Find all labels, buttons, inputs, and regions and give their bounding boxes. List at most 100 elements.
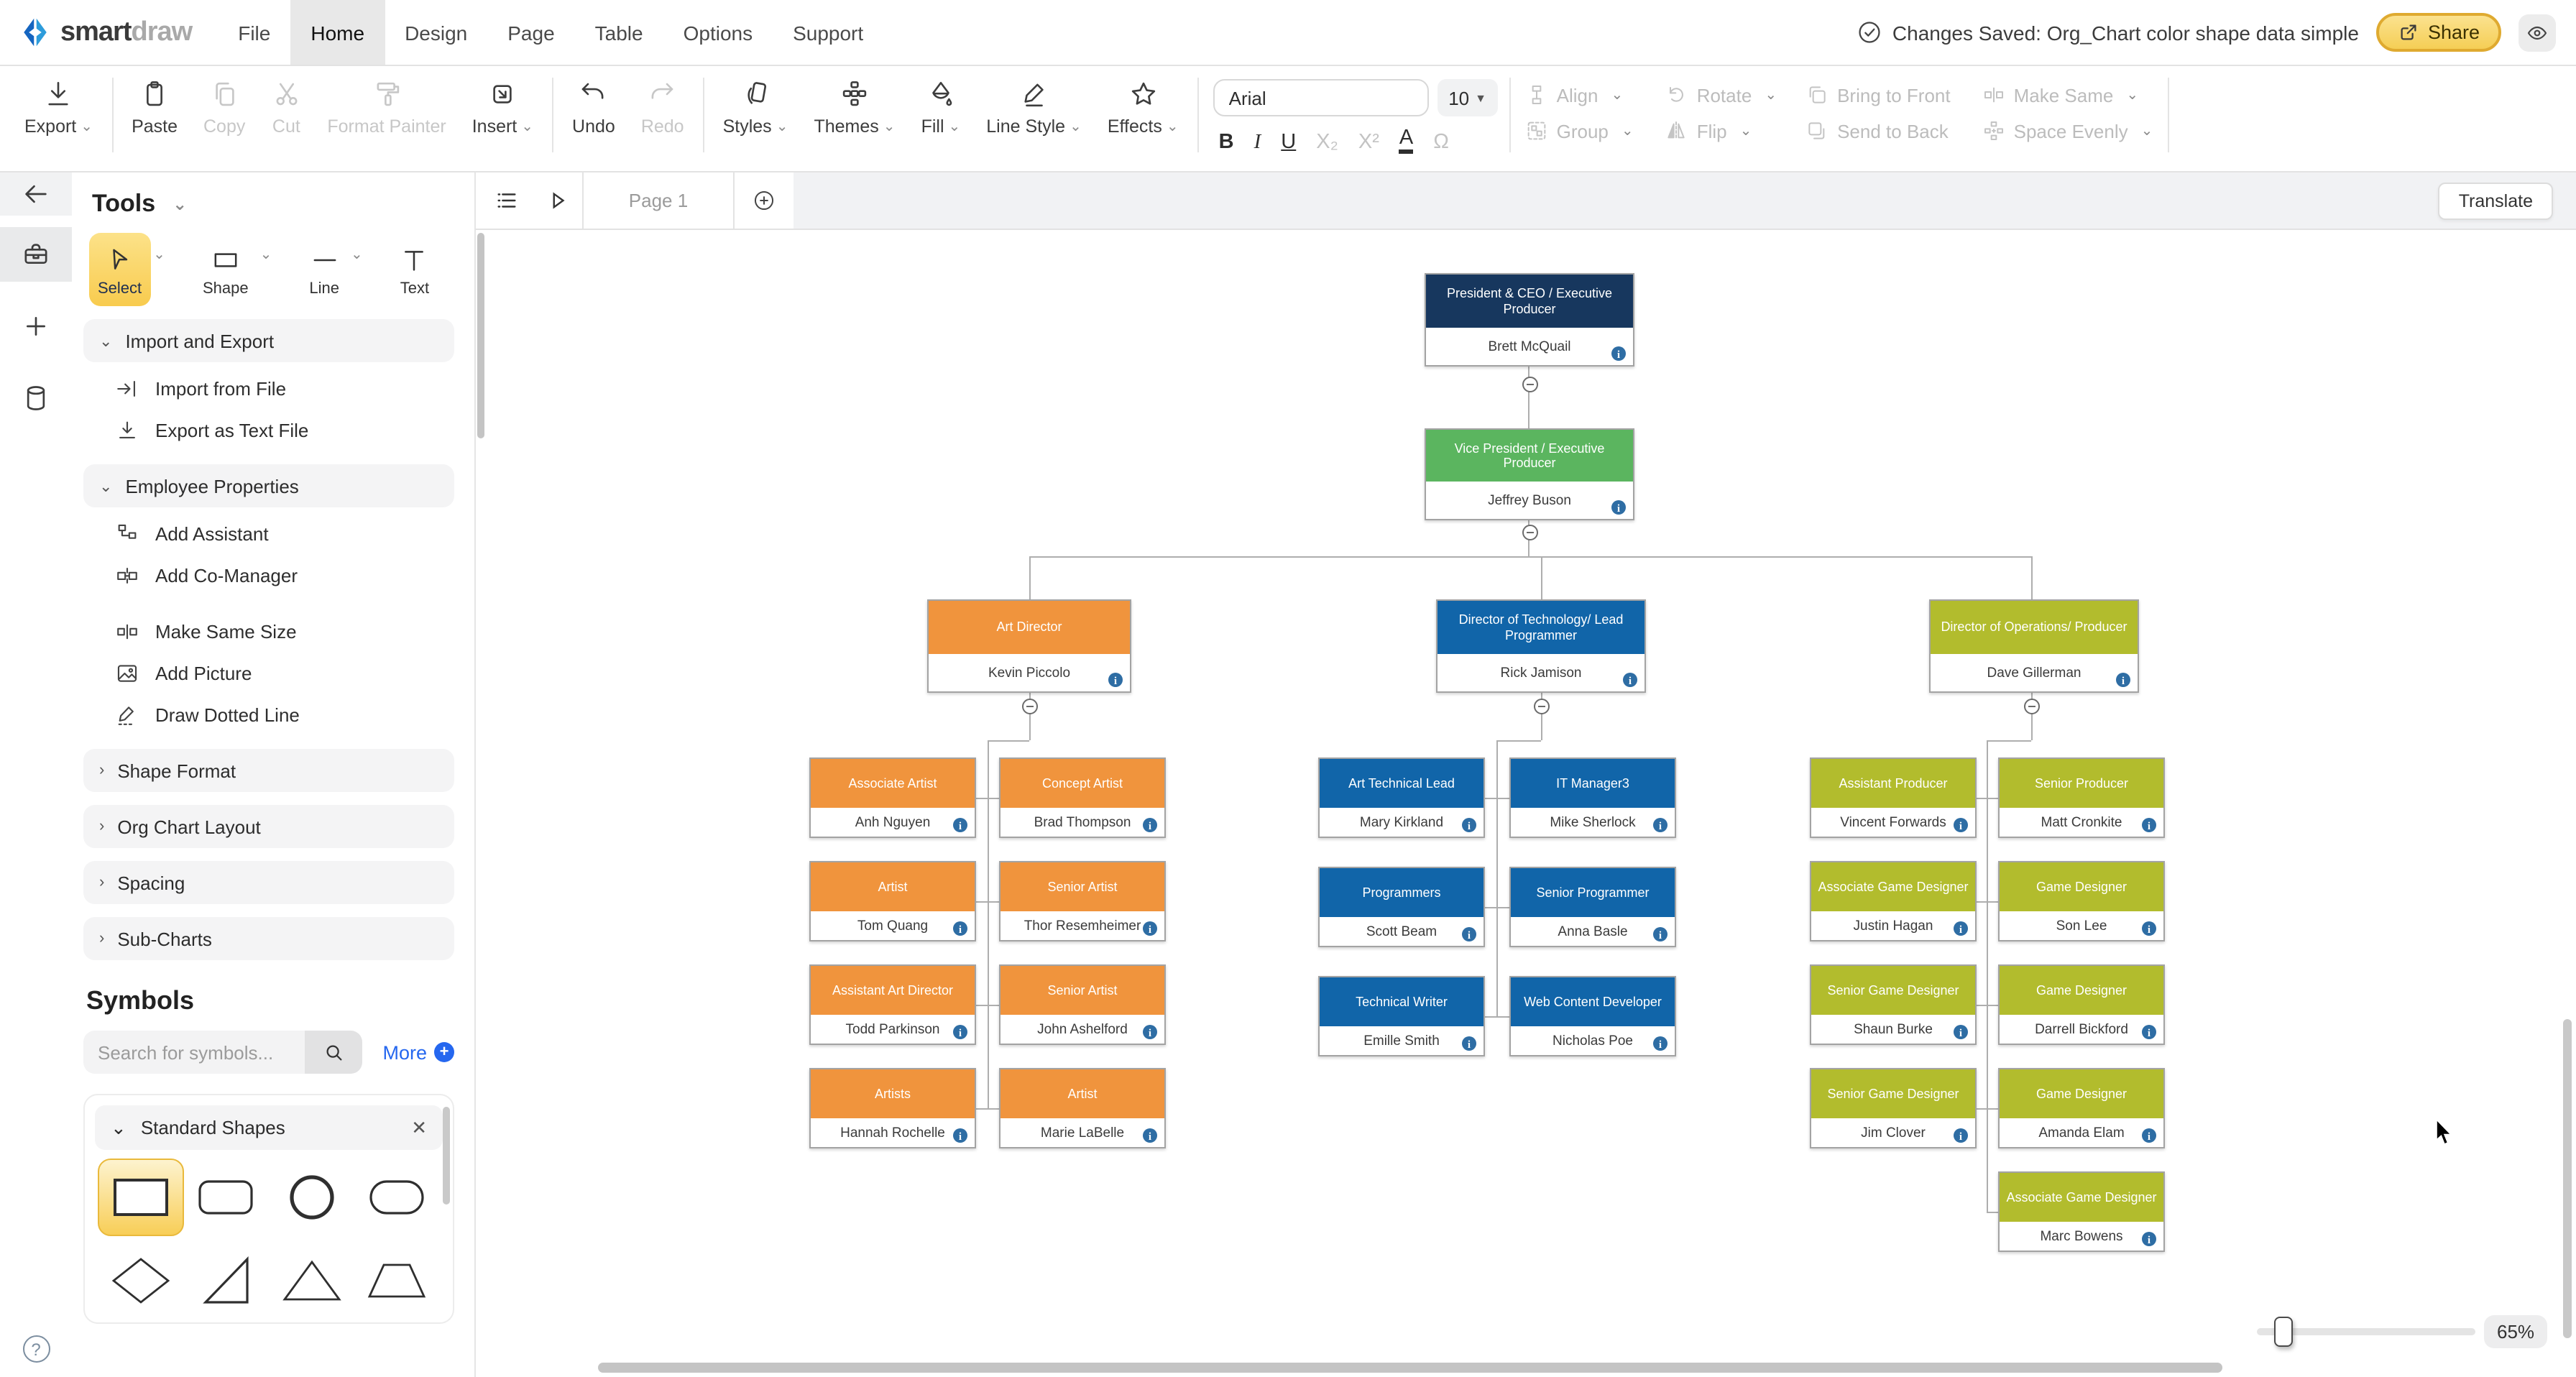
shapes-scrollbar[interactable] — [443, 1107, 450, 1205]
section-employee-properties[interactable]: ⌄Employee Properties — [83, 464, 454, 507]
info-icon[interactable]: i — [1954, 818, 1968, 832]
org-node[interactable]: Assistant ProducerVincent Forwardsi — [1810, 757, 1977, 838]
info-icon[interactable]: i — [953, 1025, 967, 1039]
shape-tool-button[interactable]: Shape — [194, 233, 257, 306]
menu-support[interactable]: Support — [773, 0, 883, 65]
sidebar-item-add-assistant[interactable]: Add Assistant — [80, 513, 454, 555]
close-icon[interactable]: ✕ — [411, 1116, 427, 1139]
zoom-slider-handle[interactable] — [2274, 1317, 2293, 1347]
section-sub-charts[interactable]: ›Sub-Charts — [83, 917, 454, 960]
info-icon[interactable]: i — [1143, 1025, 1157, 1039]
symbol-search-input[interactable] — [83, 1031, 305, 1074]
translate-button[interactable]: Translate — [2439, 182, 2553, 219]
line-tool-button[interactable]: Line — [300, 233, 348, 306]
font-size-select[interactable]: 10▼ — [1438, 79, 1498, 116]
menu-page[interactable]: Page — [487, 0, 574, 65]
org-node[interactable]: Assistant Art DirectorTodd Parkinsoni — [809, 964, 976, 1045]
symbol-search-button[interactable] — [305, 1031, 362, 1074]
info-icon[interactable]: i — [1954, 921, 1968, 936]
themes-button[interactable]: Themes⌄ — [801, 66, 908, 137]
menu-file[interactable]: File — [218, 0, 290, 65]
sidebar-item-import-from-file[interactable]: Import from File — [80, 368, 454, 410]
menu-table[interactable]: Table — [575, 0, 663, 65]
org-node[interactable]: Vice President / Executive ProducerJeffr… — [1425, 428, 1634, 520]
sidebar-item-draw-dotted-line[interactable]: Draw Dotted Line — [80, 694, 454, 736]
info-icon[interactable]: i — [1143, 818, 1157, 832]
symbol-stadium[interactable] — [354, 1159, 440, 1236]
org-node[interactable]: President & CEO / Executive ProducerBret… — [1425, 273, 1634, 367]
info-icon[interactable]: i — [1611, 346, 1626, 361]
zoom-slider-track[interactable] — [2257, 1328, 2475, 1335]
info-icon[interactable]: i — [1143, 1128, 1157, 1143]
symbol-diamond[interactable] — [98, 1242, 183, 1320]
org-node[interactable]: ArtistTom Quangi — [809, 861, 976, 941]
info-icon[interactable]: i — [953, 921, 967, 936]
org-node[interactable]: Senior ArtistJohn Ashelfordi — [999, 964, 1166, 1045]
line-tool-chevron[interactable]: ⌄ — [351, 247, 363, 263]
horizontal-scrollbar[interactable] — [598, 1363, 2222, 1373]
section-import-export[interactable]: ⌄Import and Export — [83, 319, 454, 362]
shape-tool-chevron[interactable]: ⌄ — [260, 247, 272, 263]
info-icon[interactable]: i — [2116, 673, 2130, 687]
collapse-button[interactable] — [2023, 698, 2039, 714]
info-icon[interactable]: i — [1611, 500, 1626, 515]
sidebar-item-add-co-manager[interactable]: Add Co-Manager — [80, 555, 454, 597]
org-node[interactable]: ArtistsHannah Rochellei — [809, 1068, 976, 1148]
org-node[interactable]: ArtistMarie LaBellei — [999, 1068, 1166, 1148]
undo-button[interactable]: Undo — [559, 66, 628, 137]
effects-button[interactable]: Effects⌄ — [1095, 66, 1192, 137]
symbol-right-triangle[interactable] — [183, 1242, 269, 1320]
info-icon[interactable]: i — [2142, 818, 2156, 832]
org-node[interactable]: Web Content DeveloperNicholas Poei — [1509, 976, 1676, 1056]
sidebar-scrollbar[interactable] — [477, 233, 484, 438]
symbol-trapezoid[interactable] — [354, 1242, 440, 1320]
menu-home[interactable]: Home — [290, 0, 385, 65]
org-node[interactable]: Art DirectorKevin Piccoloi — [927, 599, 1131, 693]
info-icon[interactable]: i — [1954, 1025, 1968, 1039]
select-tool-button[interactable]: Select — [89, 233, 150, 306]
line-style-button[interactable]: Line Style⌄ — [973, 66, 1095, 137]
add-page-button[interactable] — [735, 172, 794, 229]
org-node[interactable]: Senior ProgrammerAnna Baslei — [1509, 867, 1676, 947]
sidebar-title[interactable]: Tools⌄ — [92, 190, 454, 218]
org-node[interactable]: Senior ProducerMatt Cronkitei — [1998, 757, 2165, 838]
collapse-button[interactable] — [1021, 698, 1037, 714]
section-shape-format[interactable]: ›Shape Format — [83, 749, 454, 792]
menu-options[interactable]: Options — [663, 0, 773, 65]
page-panel-toggle[interactable] — [532, 172, 582, 229]
menu-design[interactable]: Design — [385, 0, 487, 65]
org-node[interactable]: Director of Operations/ ProducerDave Gil… — [1929, 599, 2139, 693]
rail-data-button[interactable] — [0, 371, 72, 425]
org-node[interactable]: ProgrammersScott Beami — [1318, 867, 1485, 947]
info-icon[interactable]: i — [953, 1128, 967, 1143]
symbol-rounded-rectangle[interactable] — [183, 1159, 269, 1236]
help-button[interactable]: ? — [0, 1335, 72, 1363]
info-icon[interactable]: i — [2142, 1025, 2156, 1039]
info-icon[interactable]: i — [2142, 1232, 2156, 1246]
fill-button[interactable]: Fill⌄ — [908, 66, 974, 137]
symbol-rectangle[interactable] — [98, 1159, 183, 1236]
info-icon[interactable]: i — [1653, 1036, 1668, 1051]
org-node[interactable]: Associate Game DesignerMarc Bowensi — [1998, 1171, 2165, 1252]
symbol-triangle[interactable] — [269, 1242, 354, 1320]
text-tool-button[interactable]: Text — [392, 233, 438, 306]
org-node[interactable]: Associate Game DesignerJustin Hagani — [1810, 861, 1977, 941]
bold-button[interactable]: B — [1219, 131, 1234, 154]
paste-button[interactable]: Paste — [119, 66, 190, 137]
page-tab[interactable]: Page 1 — [582, 172, 735, 229]
back-button[interactable] — [0, 172, 72, 216]
org-node[interactable]: Senior Game DesignerShaun Burkei — [1810, 964, 1977, 1045]
org-node[interactable]: Game DesignerSon Leei — [1998, 861, 2165, 941]
italic-button[interactable]: I — [1254, 131, 1261, 154]
sidebar-item-make-same-size[interactable]: Make Same Size — [80, 611, 454, 653]
org-node[interactable]: Game DesignerAmanda Elami — [1998, 1068, 2165, 1148]
rail-add-button[interactable] — [0, 299, 72, 354]
symbol-circle[interactable] — [269, 1159, 354, 1236]
org-node[interactable]: Concept ArtistBrad Thompsoni — [999, 757, 1166, 838]
page-list-button[interactable] — [476, 172, 532, 229]
section-spacing[interactable]: ›Spacing — [83, 861, 454, 904]
info-icon[interactable]: i — [1653, 927, 1668, 941]
info-icon[interactable]: i — [1623, 673, 1637, 687]
rail-tools-button[interactable] — [0, 227, 72, 282]
section-org-chart-layout[interactable]: ›Org Chart Layout — [83, 805, 454, 848]
